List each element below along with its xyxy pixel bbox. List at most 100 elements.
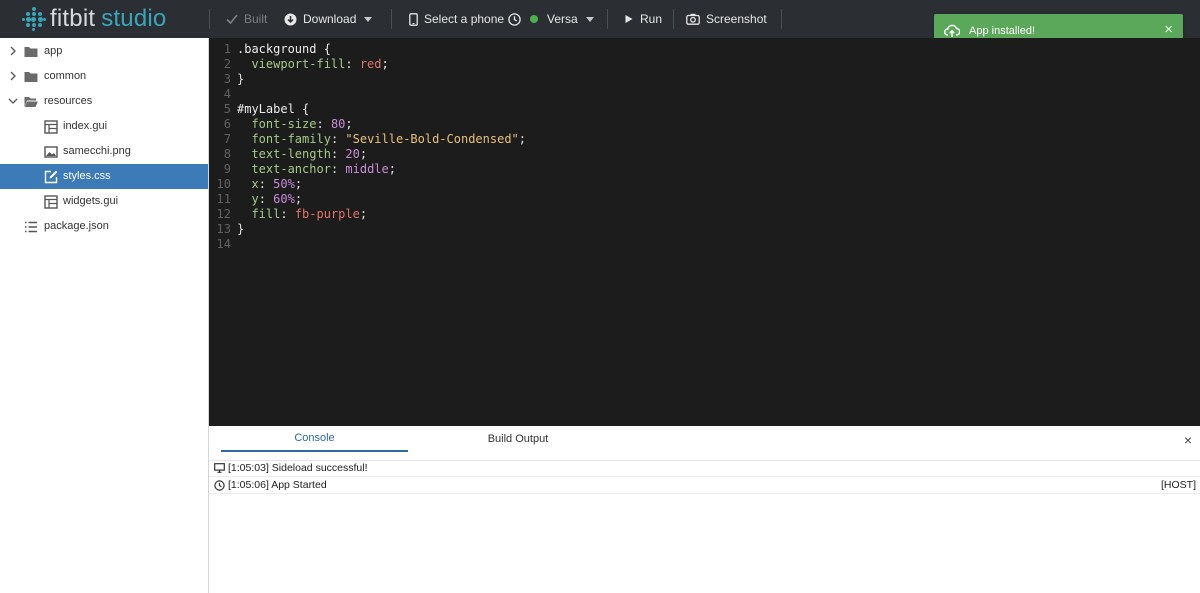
tree-item-samecchi-png[interactable]: samecchi.png [0, 139, 208, 164]
code-text: } [237, 222, 245, 236]
logo-text-fitbit: fitbit [50, 5, 96, 32]
tree-item-label: samecchi.png [63, 145, 131, 157]
chevron-right-icon[interactable] [7, 45, 19, 57]
tree-item-label: styles.css [63, 170, 111, 182]
tree-item-app[interactable]: app [0, 39, 208, 64]
line-number: 3 [223, 72, 231, 86]
edit-file-icon [44, 170, 58, 184]
toast-close-button[interactable]: × [1164, 22, 1173, 37]
code-line[interactable]: 13} [209, 222, 1200, 237]
layout-file-icon [44, 120, 58, 134]
run-label: Run [640, 12, 663, 26]
code-line[interactable]: 10 x: 50%; [209, 177, 1200, 192]
code-text: text-anchor: middle; [251, 162, 396, 176]
monitor-icon [214, 463, 225, 473]
tree-item-label: resources [44, 95, 93, 107]
layout-file-icon [44, 195, 58, 209]
screenshot-button[interactable]: Screenshot [686, 0, 767, 38]
line-number: 14 [216, 237, 231, 251]
console-log-row: [1:05:06] App Started [HOST] [209, 477, 1200, 494]
download-button[interactable]: Download [284, 0, 373, 38]
code-text: } [237, 72, 245, 86]
line-number: 8 [223, 147, 231, 161]
clock-icon [214, 479, 225, 491]
image-file-icon [44, 146, 58, 158]
play-icon [625, 15, 633, 23]
code-line[interactable]: 9 text-anchor: middle; [209, 162, 1200, 177]
code-text: text-length: 20; [251, 147, 368, 161]
folder-icon [24, 72, 38, 82]
code-editor[interactable]: 1 .background {2 viewport-fill: red; 3} 4 5 #… [209, 38, 1200, 426]
download-icon [284, 13, 297, 25]
console-log-row: [1:05:03] Sideload successful! [209, 460, 1200, 477]
code-text: viewport-fill: red; [251, 57, 389, 71]
code-line[interactable]: 12 fill: fb-purple; [209, 207, 1200, 222]
project-file-tree: app common resources index.gui samecchi.… [0, 38, 209, 593]
line-number: 5 [223, 102, 231, 116]
code-line[interactable]: 1 .background { [209, 42, 1200, 57]
code-line[interactable]: 4 [209, 87, 1200, 102]
panel-tabs: Console Build Output × [209, 426, 1200, 461]
tab-build-output[interactable]: Build Output [423, 426, 613, 452]
log-source: [HOST] [1160, 479, 1196, 491]
chevron-down-icon [585, 16, 594, 22]
device-status-indicator [530, 15, 538, 23]
log-message: [1:05:03] Sideload successful! [228, 462, 368, 474]
tree-item-package-json[interactable]: package.json [0, 214, 208, 239]
toolbar-divider [391, 9, 392, 29]
toolbar-divider [781, 9, 782, 29]
built-status-button[interactable]: Built [226, 0, 267, 38]
code-line[interactable]: 6 font-size: 80; [209, 117, 1200, 132]
code-line[interactable]: 14 [209, 237, 1200, 252]
tree-item-label: widgets.gui [63, 195, 119, 207]
line-number: 6 [223, 117, 231, 131]
fitbit-logo-icon [22, 7, 46, 31]
camera-icon [686, 13, 700, 25]
device-select[interactable]: Versa [508, 0, 594, 38]
log-message: [1:05:06] App Started [228, 479, 327, 491]
tree-item-resources[interactable]: resources [0, 89, 208, 114]
fitbit-studio-logo: fitbit studio [22, 4, 166, 34]
tree-item-index-gui[interactable]: index.gui [0, 114, 208, 139]
code-text: .background { [237, 42, 331, 56]
upload-cloud-icon [944, 24, 960, 37]
line-number: 12 [216, 207, 231, 221]
line-number: 13 [216, 222, 231, 236]
list-file-icon [25, 221, 37, 233]
code-text: #myLabel { [237, 102, 310, 116]
line-number: 9 [223, 162, 231, 176]
select-phone-button[interactable]: Select a phone [409, 0, 504, 38]
panel-close-button[interactable]: × [1184, 432, 1192, 448]
code-line[interactable]: 7 font-family: "Seville-Bold-Condensed"; [209, 132, 1200, 147]
code-line[interactable]: 3} [209, 72, 1200, 87]
chevron-down-icon[interactable] [7, 95, 19, 107]
console-panel: Console Build Output × [1:05:03] Sideloa… [209, 426, 1200, 593]
tree-item-label: common [44, 70, 87, 82]
built-label: Built [244, 12, 268, 26]
code-text: font-size: 80; [251, 117, 353, 131]
select-phone-label: Select a phone [424, 12, 505, 26]
run-button[interactable]: Run [624, 0, 662, 38]
toolbar-divider [209, 9, 210, 29]
tree-item-label: package.json [44, 220, 109, 232]
chevron-right-icon[interactable] [7, 70, 19, 82]
phone-icon [409, 12, 418, 26]
code-line[interactable]: 5 #myLabel { [209, 102, 1200, 117]
code-text: x: 50%; [251, 177, 303, 191]
clock-icon [508, 12, 521, 26]
tree-item-widgets-gui[interactable]: widgets.gui [0, 189, 208, 214]
folder-icon [24, 47, 38, 57]
tree-item-styles-css[interactable]: styles.css [0, 164, 208, 189]
line-number: 1 [223, 42, 231, 56]
code-line[interactable]: 11 y: 60%; [209, 192, 1200, 207]
logo-text-studio: studio [101, 5, 167, 32]
tree-item-common[interactable]: common [0, 64, 208, 89]
code-line[interactable]: 2 viewport-fill: red; [209, 57, 1200, 72]
code-text: font-family: "Seville-Bold-Condensed"; [251, 132, 527, 146]
toolbar-divider [607, 9, 608, 29]
tab-console[interactable]: Console [221, 426, 408, 452]
code-text: fill: fb-purple; [251, 207, 368, 221]
code-line[interactable]: 8 text-length: 20; [209, 147, 1200, 162]
code-text: y: 60%; [251, 192, 303, 206]
line-number: 11 [216, 192, 231, 206]
